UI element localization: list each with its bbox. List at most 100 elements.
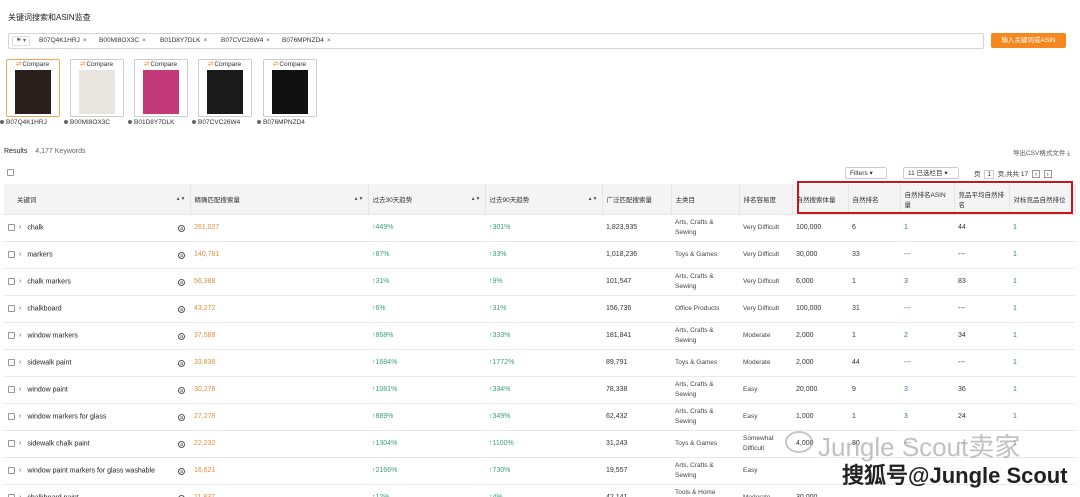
column-header[interactable]: 排名容易度	[739, 184, 793, 214]
product-image	[143, 70, 179, 114]
compare-toggle[interactable]: ⇄Compare	[198, 60, 252, 68]
table-row[interactable]: › chalk markers a 56,388 ↑31% ↑9% 101,547 Arts,…	[4, 267, 1075, 295]
amazon-search-icon[interactable]: a	[178, 305, 185, 313]
amazon-search-icon[interactable]: a	[178, 251, 185, 259]
product-asin-label: B07Q4K1HRJ	[6, 119, 47, 126]
remove-chip-icon[interactable]: ×	[142, 37, 146, 44]
row-checkbox[interactable]	[8, 358, 15, 366]
column-header[interactable]: 精确匹配搜索量 ▲▼	[190, 184, 369, 214]
product-asin: B076MPNZD4	[257, 119, 327, 126]
compare-icon: ⇄	[143, 61, 150, 68]
expand-chevron-icon[interactable]: ›	[19, 467, 21, 474]
asin-search-input[interactable]: ⚑ ▾ B07Q4K1HRJ × B00MI8OX3C × B01D8Y7DLK × B07…	[8, 33, 984, 49]
organic-rank: 1	[848, 267, 900, 295]
column-header[interactable]: 关键词 ▲▼	[4, 184, 191, 214]
marketplace-selector[interactable]: ⚑ ▾	[12, 36, 30, 46]
trend-90d: ↑9%	[485, 267, 602, 295]
ranked-asins: 1	[900, 213, 954, 241]
compare-toggle[interactable]: ⇄Compare	[70, 60, 124, 68]
row-checkbox[interactable]	[8, 250, 15, 258]
prev-page-button[interactable]: ‹	[1031, 170, 1040, 178]
row-checkbox[interactable]	[8, 331, 15, 339]
amazon-search-icon[interactable]: a	[178, 278, 185, 286]
avg-competitor-rank: 36	[954, 375, 1009, 403]
sort-icon[interactable]: ▲▼	[354, 196, 364, 202]
organic-volume: 6,000	[792, 267, 848, 295]
ranked-asins: 3	[900, 375, 954, 403]
product-card[interactable]: ⇄Compare B00MI8OX3C	[64, 59, 124, 129]
product-card[interactable]: ⇄Compare B01D8Y7DLK	[128, 59, 188, 129]
amazon-search-icon[interactable]: a	[178, 359, 185, 367]
compare-toggle[interactable]: ⇄Compare	[134, 60, 188, 68]
amazon-search-icon[interactable]: a	[178, 224, 185, 232]
remove-chip-icon[interactable]: ×	[83, 37, 87, 44]
table-row[interactable]: › window markers a 37,588 ↑868% ↑333% 181,841 A…	[4, 321, 1075, 349]
trend-90d: ↑4%	[485, 483, 602, 497]
table-row[interactable]: › window paint a 30,278 ↑1081% ↑334% 78,338 Art…	[4, 375, 1075, 403]
trend-90d: ↑1100%	[485, 429, 602, 457]
sort-icon[interactable]: ▲▼	[471, 196, 481, 202]
table-row[interactable]: › chalkboard a 43,272 ↑6% ↑31% 156,736 Office P…	[4, 294, 1075, 322]
product-asin: B00MI8OX3C	[64, 119, 134, 126]
main-category: Toys & Games	[671, 240, 739, 268]
column-header[interactable]: 过去90天趋势 ▲▼	[485, 184, 603, 214]
expand-chevron-icon[interactable]: ›	[19, 440, 21, 447]
export-csv-button[interactable]: 导出CSV格式文件 ⤓	[1013, 147, 1070, 158]
row-checkbox[interactable]	[8, 385, 15, 393]
column-header-label: 精确匹配搜索量	[194, 196, 241, 204]
trend-90d: ↑334%	[485, 375, 602, 403]
remove-chip-icon[interactable]: ×	[327, 37, 331, 44]
column-header[interactable]: 广泛匹配搜索量	[602, 184, 672, 214]
row-checkbox[interactable]	[8, 439, 15, 447]
columns-dropdown[interactable]: 11 已选栏目 ▾	[903, 167, 959, 179]
find-keywords-button[interactable]: 输入关键词或ASIN	[991, 33, 1066, 48]
sort-icon[interactable]: ▲▼	[588, 196, 598, 202]
table-row[interactable]: › chalk a 261,027 ↑449% ↑301% 1,823,935 Arts, C…	[4, 213, 1075, 241]
info-icon	[0, 120, 4, 125]
table-row[interactable]: › window markers for glass a 27,278 ↑889% ↑34…	[4, 402, 1075, 430]
remove-chip-icon[interactable]: ×	[266, 37, 270, 44]
expand-chevron-icon[interactable]: ›	[19, 359, 21, 366]
sort-icon[interactable]: ▲▼	[176, 196, 186, 202]
trend-90d: ↑301%	[485, 213, 602, 241]
amazon-search-icon[interactable]: a	[178, 413, 185, 421]
amazon-search-icon[interactable]: a	[178, 440, 185, 448]
row-checkbox[interactable]	[8, 304, 15, 312]
amazon-search-icon[interactable]: a	[178, 386, 185, 394]
keyword: chalk markers	[27, 278, 71, 286]
row-checkbox[interactable]	[8, 412, 15, 420]
expand-chevron-icon[interactable]: ›	[19, 305, 21, 312]
compare-toggle[interactable]: ⇄Compare	[263, 60, 317, 68]
expand-chevron-icon[interactable]: ›	[19, 251, 21, 258]
expand-chevron-icon[interactable]: ›	[19, 332, 21, 339]
info-icon	[64, 120, 68, 125]
keyword: sidewalk chalk paint	[27, 440, 90, 448]
expand-chevron-icon[interactable]: ›	[19, 386, 21, 393]
product-card[interactable]: ⇄Compare B07CVC26W4	[192, 59, 252, 129]
next-page-button[interactable]: ›	[1043, 170, 1052, 178]
row-checkbox[interactable]	[8, 466, 15, 474]
remove-chip-icon[interactable]: ×	[203, 37, 207, 44]
expand-chevron-icon[interactable]: ›	[19, 224, 21, 231]
column-header-label: 过去90天趋势	[489, 196, 530, 204]
row-checkbox[interactable]	[8, 223, 15, 231]
column-header[interactable]: 主类目	[671, 184, 740, 214]
column-header-label: 主类目	[675, 196, 696, 204]
expand-chevron-icon[interactable]: ›	[19, 413, 21, 420]
page-input[interactable]: 1	[984, 170, 994, 179]
row-checkbox[interactable]	[8, 277, 15, 285]
compare-toggle[interactable]: ⇄Compare	[6, 60, 60, 68]
amazon-search-icon[interactable]: a	[178, 467, 185, 475]
select-all-checkbox[interactable]	[7, 169, 14, 176]
table-row[interactable]: › sidewalk paint a 33,838 ↑1684% ↑1772% 89,791…	[4, 348, 1075, 376]
trend-30d: ↑31%	[368, 267, 485, 295]
amazon-search-icon[interactable]: a	[178, 332, 185, 340]
expand-chevron-icon[interactable]: ›	[19, 278, 21, 285]
product-card[interactable]: ⇄Compare B07Q4K1HRJ	[0, 59, 60, 129]
column-header[interactable]: 过去30天趋势 ▲▼	[368, 184, 486, 214]
product-card[interactable]: ⇄Compare B076MPNZD4	[257, 59, 317, 129]
trend-30d: ↑12%	[368, 483, 485, 497]
filters-dropdown[interactable]: Filters ▾	[845, 167, 887, 179]
table-row[interactable]: › markers a 140,781 ↑87% ↑33% 1,018,236 Toys & …	[4, 240, 1075, 268]
ranking-difficulty: Somewhat Difficult	[739, 429, 792, 457]
